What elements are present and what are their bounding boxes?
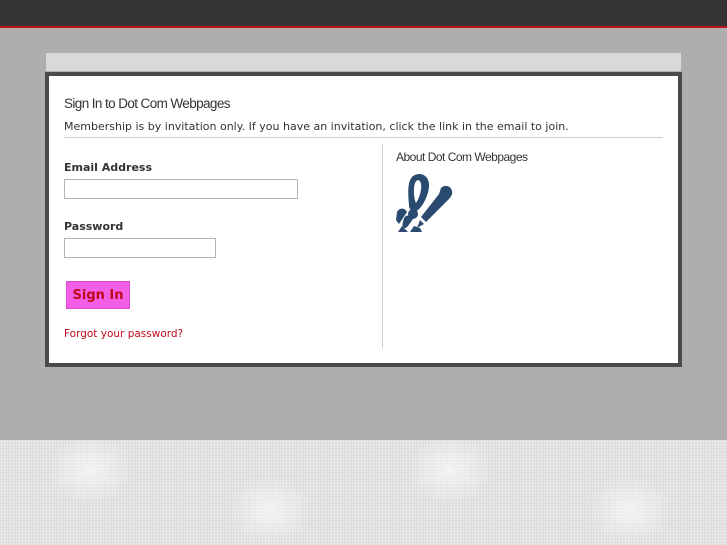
password-field[interactable] bbox=[64, 238, 216, 258]
about-title: About Dot Com Webpages bbox=[396, 150, 528, 164]
login-panel: Sign In to Dot Com Webpages Membership i… bbox=[45, 72, 682, 367]
top-bar bbox=[0, 0, 727, 28]
email-field[interactable] bbox=[64, 179, 298, 199]
column-divider bbox=[382, 144, 383, 348]
password-label: Password bbox=[64, 220, 124, 233]
pen-people-logo-icon bbox=[396, 172, 458, 232]
email-label: Email Address bbox=[64, 161, 153, 174]
login-panel-content: Sign In to Dot Com Webpages Membership i… bbox=[49, 76, 678, 363]
sign-in-button[interactable]: Sign In bbox=[66, 281, 130, 309]
panel-header-strip bbox=[46, 53, 681, 71]
page-title: Sign In to Dot Com Webpages bbox=[64, 96, 231, 111]
header-divider bbox=[64, 137, 663, 138]
background-pattern bbox=[0, 440, 727, 545]
invitation-notice: Membership is by invitation only. If you… bbox=[64, 120, 569, 133]
forgot-password-link[interactable]: Forgot your password? bbox=[64, 328, 183, 340]
